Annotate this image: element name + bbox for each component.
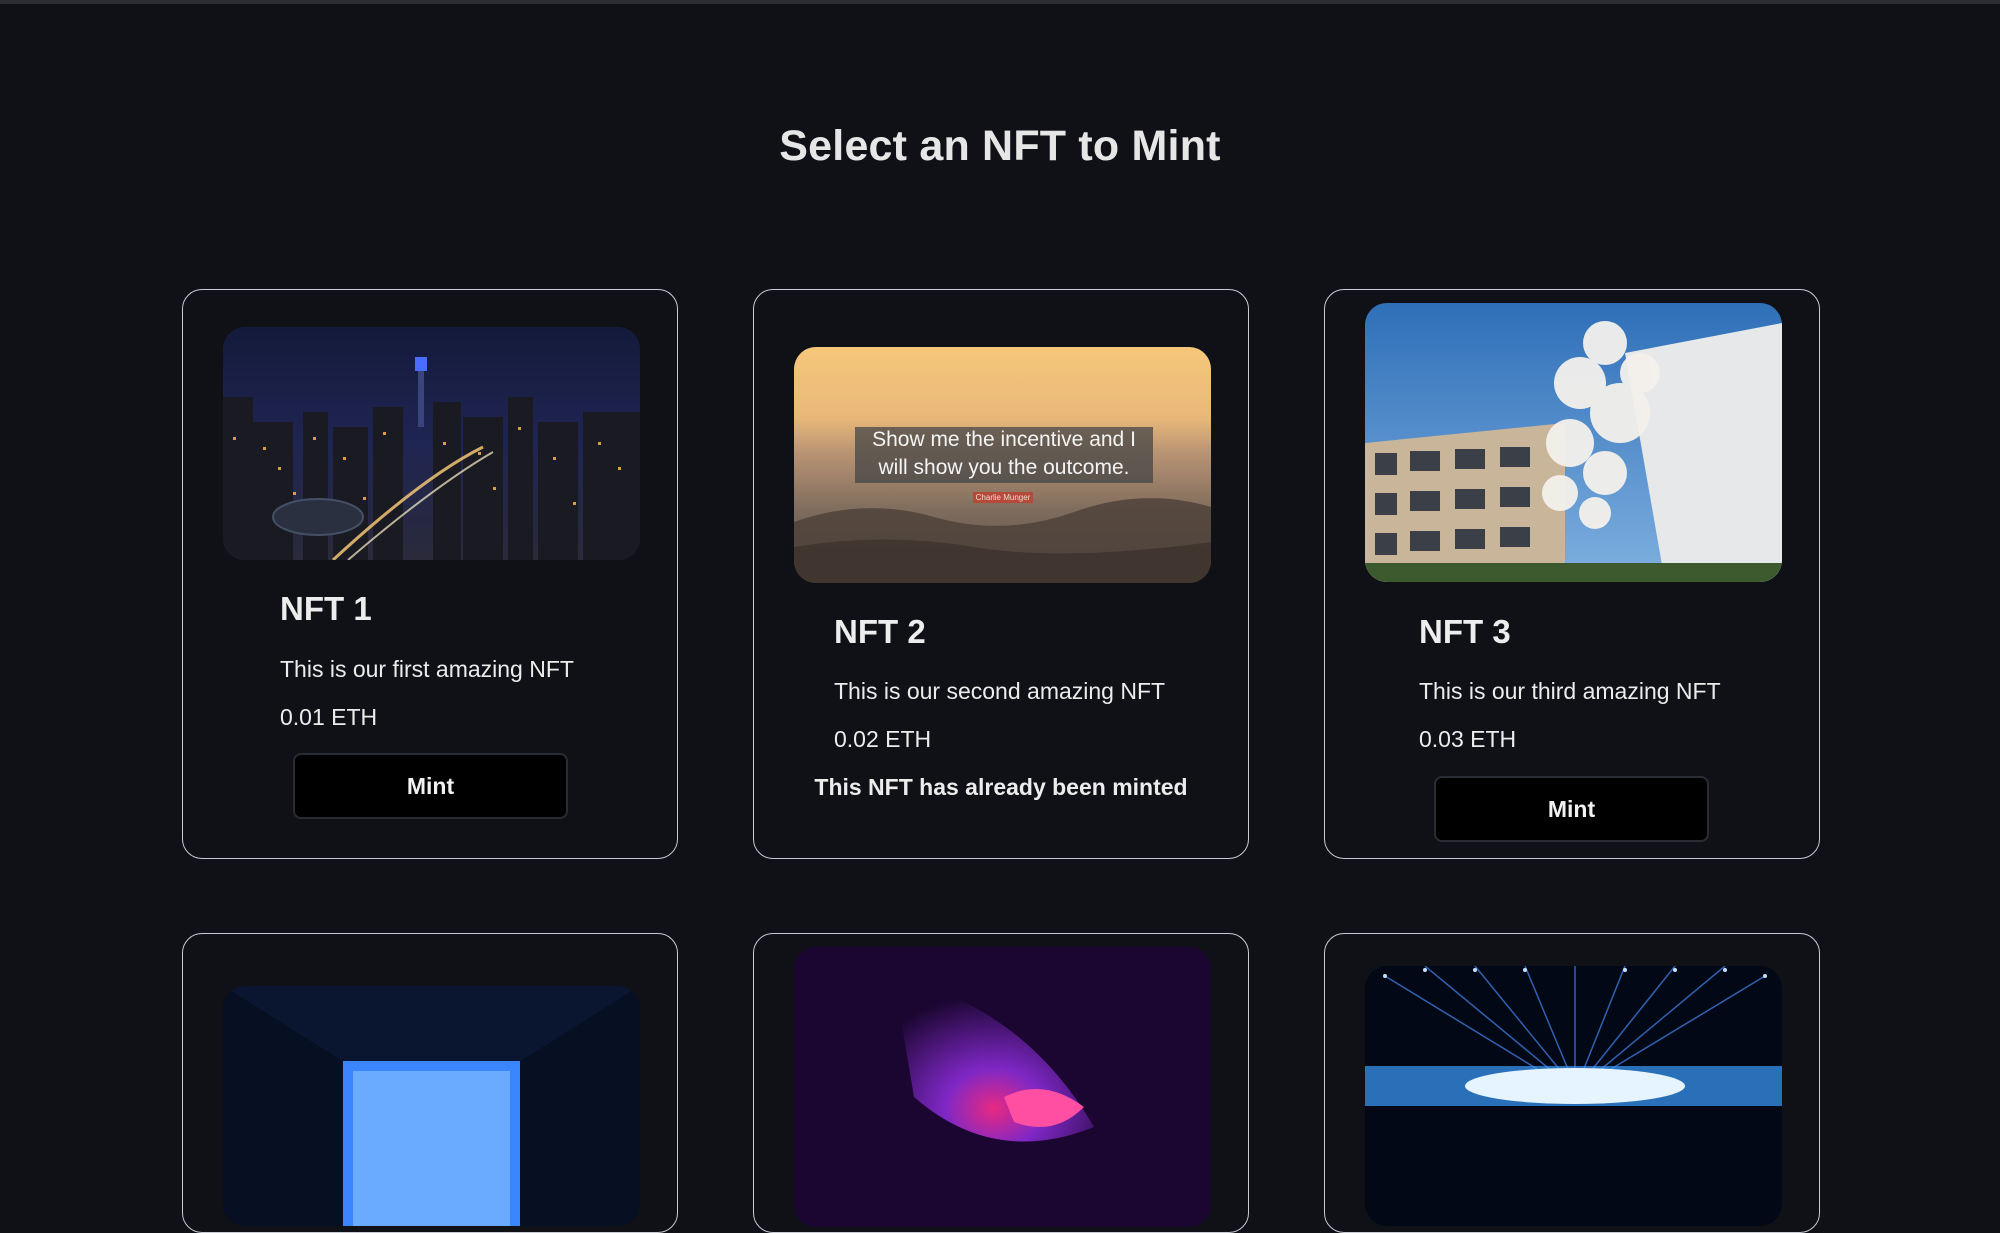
- nft-3-price: 0.03 ETH: [1419, 726, 1517, 752]
- nft-4-image: [223, 986, 640, 1226]
- nft-2-minted-status: This NFT has already been minted: [814, 774, 1188, 800]
- nft-2-price: 0.02 ETH: [834, 726, 932, 752]
- nft-2-quote-line-1: Show me the incentive and I: [872, 428, 1136, 451]
- nft-card-5: [753, 933, 1249, 1233]
- nft-2-description: This is our second amazing NFT: [834, 678, 1166, 704]
- nft-3-mint-button[interactable]: Mint: [1434, 776, 1709, 842]
- page-title: Select an NFT to Mint: [779, 122, 1221, 170]
- nft-card-3: NFT 3 This is our third amazing NFT 0.03…: [1324, 289, 1820, 859]
- nft-2-name: NFT 2: [834, 613, 926, 650]
- nft-5-image: [794, 947, 1211, 1227]
- nft-1-name: NFT 1: [280, 590, 372, 627]
- nft-1-image: [223, 327, 640, 560]
- window-top-border: [0, 0, 2000, 4]
- nft-3-image: [1365, 303, 1782, 582]
- nft-card-4: [182, 933, 678, 1233]
- nft-card-2: Show me the incentive and I will show yo…: [753, 289, 1249, 859]
- nft-3-description: This is our third amazing NFT: [1419, 678, 1721, 704]
- nft-3-name: NFT 3: [1419, 613, 1511, 650]
- nft-2-quote-line-2: will show you the outcome.: [878, 456, 1130, 479]
- nft-2-quote-text: Show me the incentive and I will show yo…: [855, 426, 1153, 482]
- nft-1-description: This is our first amazing NFT: [280, 656, 574, 682]
- nft-6-image: [1365, 966, 1782, 1226]
- nft-card-6: [1324, 933, 1820, 1233]
- nft-1-mint-button[interactable]: Mint: [293, 753, 568, 819]
- nft-2-quote-author: Charlie Munger: [973, 492, 1033, 503]
- nft-1-price: 0.01 ETH: [280, 704, 378, 730]
- nft-card-1: NFT 1 This is our first amazing NFT 0.01…: [182, 289, 678, 859]
